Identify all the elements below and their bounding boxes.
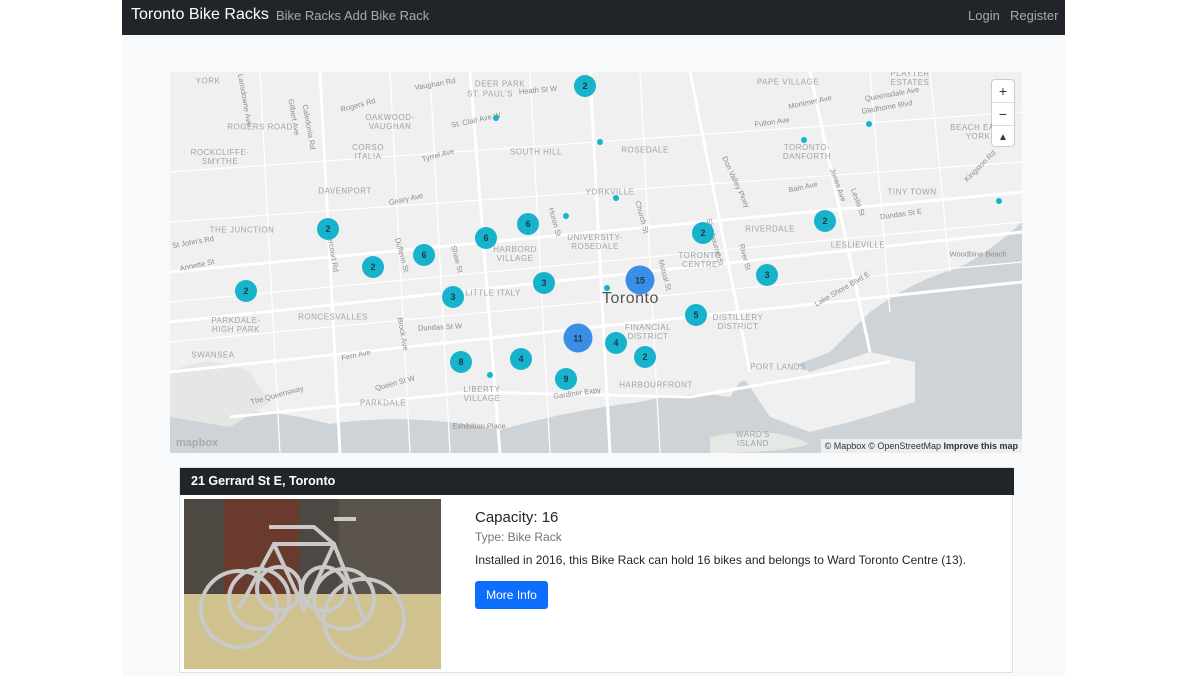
- place-label: ROSEDALE: [621, 145, 669, 155]
- place-label: PARKDALE- HIGH PARK: [211, 316, 261, 334]
- cluster-marker[interactable]: 2: [692, 222, 714, 244]
- city-label: Toronto: [602, 290, 659, 307]
- zoom-control: + − ▲: [992, 80, 1014, 146]
- mapbox-logo[interactable]: mapbox: [176, 437, 218, 449]
- place-label: ROGERS ROAD: [227, 122, 293, 132]
- cluster-marker[interactable]: 2: [362, 256, 384, 278]
- rack-marker[interactable]: [613, 195, 619, 201]
- place-label: DISTILLERY DISTRICT: [712, 313, 764, 331]
- cluster-marker[interactable]: 2: [235, 280, 257, 302]
- rack-card-header: 21 Gerrard St E, Toronto: [180, 468, 1014, 495]
- bike-rack-photo: [184, 499, 441, 669]
- place-label: PORT LANDS: [750, 362, 806, 372]
- place-label: ST. PAUL'S: [467, 89, 513, 99]
- cluster-marker[interactable]: 6: [475, 227, 497, 249]
- place-label: LITTLE ITALY: [465, 288, 521, 298]
- cluster-marker[interactable]: 3: [442, 286, 464, 308]
- street-label: Exhibition Place: [452, 421, 506, 431]
- place-label: RONCESVALLES: [298, 312, 368, 322]
- rack-marker[interactable]: [801, 137, 807, 143]
- map-attribution: © Mapbox © OpenStreetMap Improve this ma…: [820, 439, 1022, 453]
- brand-link[interactable]: Toronto Bike Racks: [131, 6, 269, 24]
- place-label: PARKDALE: [359, 398, 407, 408]
- place-label: UNIVERSITY- ROSEDALE: [567, 233, 623, 251]
- cluster-marker[interactable]: 8: [450, 351, 472, 373]
- place-label: LESLIEVILLE: [830, 240, 886, 250]
- place-label: HARBORD VILLAGE: [493, 245, 537, 263]
- place-label: CORSO ITALIA: [352, 143, 384, 161]
- navbar: Toronto Bike Racks Bike Racks Add Bike R…: [122, 0, 1065, 35]
- attribution-mapbox[interactable]: © Mapbox: [825, 441, 866, 451]
- place-label: WARD'S ISLAND: [735, 430, 770, 448]
- place-label: LIBERTY VILLAGE: [463, 385, 501, 403]
- rack-marker[interactable]: [996, 198, 1002, 204]
- place-label: RIVERDALE: [745, 224, 795, 234]
- place-label: TINY TOWN: [887, 187, 937, 197]
- zoom-in-button[interactable]: +: [992, 80, 1014, 103]
- place-label: THE JUNCTION: [209, 225, 275, 235]
- rack-card: 21 Gerrard St E, Toronto Capacity: 16 Ty…: [179, 467, 1014, 673]
- cluster-marker[interactable]: 6: [517, 213, 539, 235]
- nav-bike-racks[interactable]: Bike Racks: [276, 8, 341, 23]
- place-label: OAKWOOD- VAUGHAN: [365, 113, 415, 131]
- cluster-marker[interactable]: 4: [605, 332, 627, 354]
- rack-marker[interactable]: [563, 213, 569, 219]
- rack-marker[interactable]: [597, 139, 603, 145]
- place-label: HARBOURFRONT: [619, 380, 693, 390]
- cluster-marker[interactable]: 3: [756, 264, 778, 286]
- cluster-marker[interactable]: 2: [317, 218, 339, 240]
- cluster-marker[interactable]: 9: [555, 368, 577, 390]
- nav-login[interactable]: Login: [968, 8, 1000, 23]
- nav-register[interactable]: Register: [1010, 8, 1058, 23]
- rack-marker[interactable]: [866, 121, 872, 127]
- rack-marker[interactable]: [487, 372, 493, 378]
- page: Toronto Bike Racks Bike Racks Add Bike R…: [122, 0, 1065, 676]
- nav-add-bike-rack[interactable]: Add Bike Rack: [344, 8, 429, 23]
- cluster-marker[interactable]: 2: [574, 75, 596, 97]
- place-label: PAPE VILLAGE: [756, 77, 820, 87]
- cluster-marker[interactable]: 6: [413, 244, 435, 266]
- cluster-marker[interactable]: 3: [533, 272, 555, 294]
- street-label: Woodbine Beach: [949, 249, 1007, 259]
- place-label: DAVENPORT: [318, 186, 372, 196]
- description-text: Installed in 2016, this Bike Rack can ho…: [475, 553, 966, 567]
- capacity-text: Capacity: 16: [475, 509, 559, 526]
- rack-marker[interactable]: [493, 115, 499, 121]
- improve-map-link[interactable]: Improve this map: [943, 441, 1018, 451]
- place-label: PLAYTER ESTATES: [890, 72, 930, 87]
- cluster-marker[interactable]: 11: [563, 323, 593, 353]
- place-label: TORONTO- DANFORTH: [782, 143, 832, 161]
- more-info-button[interactable]: More Info: [475, 581, 548, 609]
- place-label: SWANSEA: [191, 350, 235, 360]
- place-label: FINANCIAL DISTRICT: [624, 323, 672, 341]
- map[interactable]: YORK ROGERS ROAD ROCKCLIFFE- SMYTHE OAKW…: [170, 72, 1022, 453]
- cluster-marker[interactable]: 2: [634, 346, 656, 368]
- place-label: SOUTH HILL: [509, 147, 563, 157]
- cluster-marker[interactable]: 5: [685, 304, 707, 326]
- compass-button[interactable]: ▲: [992, 126, 1014, 148]
- cluster-marker[interactable]: 4: [510, 348, 532, 370]
- cluster-marker[interactable]: 15: [625, 265, 655, 295]
- type-text: Type: Bike Rack: [475, 530, 562, 544]
- place-label: YORKVILLE: [585, 187, 635, 197]
- rack-marker[interactable]: [604, 285, 610, 291]
- place-label: YORK: [195, 76, 221, 86]
- cluster-marker[interactable]: 2: [814, 210, 836, 232]
- place-label: ROCKCLIFFE- SMYTHE: [190, 148, 250, 166]
- attribution-osm[interactable]: © OpenStreetMap: [868, 441, 941, 451]
- zoom-out-button[interactable]: −: [992, 103, 1014, 126]
